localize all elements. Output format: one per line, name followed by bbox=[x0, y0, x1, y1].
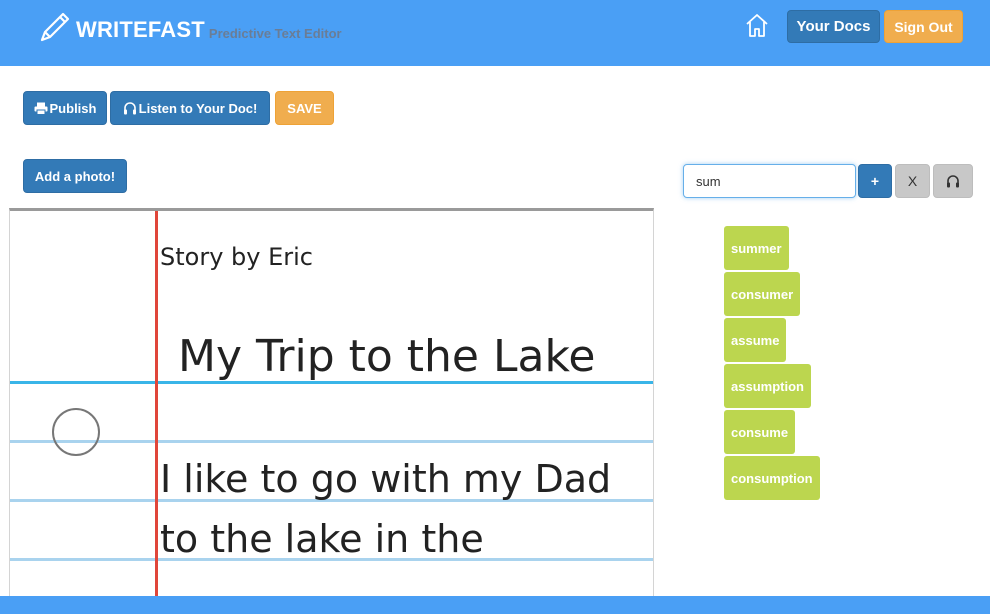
publish-label: Publish bbox=[49, 100, 97, 116]
suggestion-chip[interactable]: consumption bbox=[724, 456, 820, 500]
listen-button[interactable]: Listen to Your Doc! bbox=[110, 91, 270, 125]
listen-label: Listen to Your Doc! bbox=[138, 100, 258, 116]
clear-button[interactable]: X bbox=[895, 164, 930, 198]
story-line: to the lake in the bbox=[160, 517, 484, 561]
navbar: WRITEFAST Predictive Text Editor Your Do… bbox=[0, 0, 990, 66]
print-icon bbox=[34, 102, 48, 115]
binder-hole bbox=[52, 408, 100, 456]
story-title: My Trip to the Lake bbox=[178, 331, 596, 382]
brand[interactable]: WRITEFAST Predictive Text Editor bbox=[38, 10, 342, 44]
word-search-input[interactable] bbox=[683, 164, 856, 198]
margin-line bbox=[155, 211, 158, 597]
suggestion-chip[interactable]: assume bbox=[724, 318, 787, 362]
pencil-icon bbox=[40, 12, 70, 42]
footer-bar bbox=[0, 596, 990, 614]
suggestion-chip[interactable]: summer bbox=[724, 226, 789, 270]
suggestion-chip[interactable]: consume bbox=[724, 410, 796, 454]
add-photo-button[interactable]: Add a photo! bbox=[23, 159, 127, 193]
story-line: I like to go with my Dad bbox=[160, 457, 612, 501]
home-icon[interactable] bbox=[744, 12, 770, 38]
listen-word-button[interactable] bbox=[933, 164, 973, 198]
brand-tagline: Predictive Text Editor bbox=[208, 26, 342, 41]
add-word-button[interactable]: + bbox=[858, 164, 892, 198]
your-docs-button[interactable]: Your Docs bbox=[787, 10, 880, 43]
suggestion-chip[interactable]: consumer bbox=[724, 272, 801, 316]
save-button[interactable]: SAVE bbox=[275, 91, 334, 125]
headphones-icon bbox=[947, 174, 959, 187]
brand-name: WRITEFAST bbox=[76, 17, 205, 42]
publish-button[interactable]: Publish bbox=[23, 91, 107, 125]
sign-out-button[interactable]: Sign Out bbox=[884, 10, 963, 43]
document-editor[interactable]: Story by Eric My Trip to the Lake I like… bbox=[9, 208, 654, 598]
headphones-icon bbox=[123, 101, 136, 114]
rule-line bbox=[10, 440, 653, 443]
suggestion-chip[interactable]: assumption bbox=[724, 364, 811, 408]
story-byline: Story by Eric bbox=[160, 243, 313, 271]
